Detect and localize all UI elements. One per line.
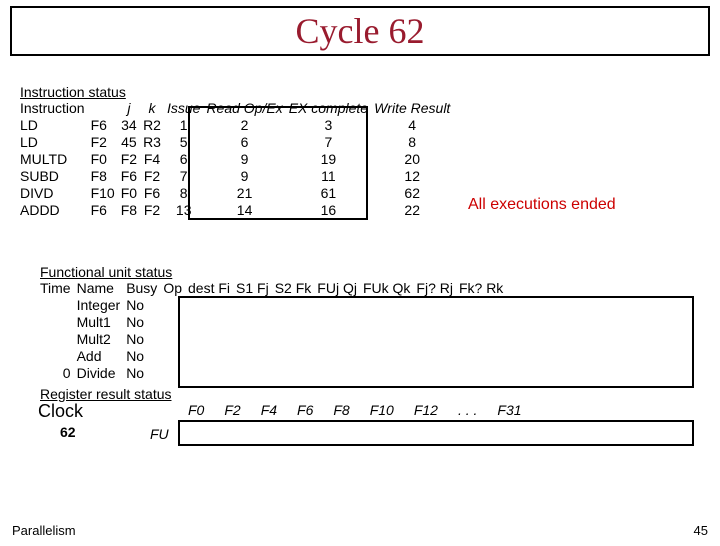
cell [40, 331, 77, 348]
cell: F2 [91, 134, 121, 151]
cell: F2 [121, 151, 143, 168]
fu-status-box [178, 296, 694, 388]
cell: F0 [121, 185, 143, 202]
col-instruction: Instruction [20, 100, 91, 117]
title-box: Cycle 62 [10, 6, 710, 56]
cell: 62 [374, 185, 456, 202]
cell: Mult2 [77, 331, 127, 348]
register-box [178, 420, 694, 446]
cell: LD [20, 134, 91, 151]
cell: F10 [91, 185, 121, 202]
cell: ADDD [20, 202, 91, 219]
cell: No [126, 365, 163, 382]
cell: 8 [374, 134, 456, 151]
cell: 12 [374, 168, 456, 185]
col-fuk: FUk Qk [363, 280, 416, 297]
cell: F6 [143, 185, 167, 202]
cell [40, 348, 77, 365]
cell: F0 [91, 151, 121, 168]
reg: F2 [214, 402, 250, 418]
reg: F4 [251, 402, 287, 418]
cell: No [126, 314, 163, 331]
cell: 0 [40, 365, 77, 382]
register-row: F0 F2 F4 F6 F8 F10 F12 . . . F31 [178, 402, 532, 418]
col-write: Write Result [374, 100, 456, 117]
cell: F6 [121, 168, 143, 185]
col-busy: Busy [126, 280, 163, 297]
cell: F8 [91, 168, 121, 185]
cell: F2 [143, 168, 167, 185]
clock-value: 62 [60, 424, 76, 440]
cell: MULTD [20, 151, 91, 168]
annotation-note: All executions ended [468, 196, 616, 214]
clock-label: Clock [38, 401, 83, 422]
cell [40, 314, 77, 331]
cell: F6 [91, 117, 121, 134]
col-s1: S1 Fj [236, 280, 275, 297]
col-j: j [121, 100, 143, 117]
col-fuj: FUj Qj [317, 280, 363, 297]
cell: Integer [77, 297, 127, 314]
col-name: Name [77, 280, 127, 297]
cell: No [126, 331, 163, 348]
cell: 34 [121, 117, 143, 134]
cell: Add [77, 348, 127, 365]
col-op: Op [163, 280, 188, 297]
cell: F8 [121, 202, 143, 219]
reg: F10 [360, 402, 404, 418]
cell [40, 297, 77, 314]
footer-left: Parallelism [12, 523, 76, 538]
register-result-status-heading: Register result status [40, 386, 172, 402]
reg: F12 [404, 402, 448, 418]
cell: LD [20, 117, 91, 134]
cell: Mult1 [77, 314, 127, 331]
cell: F2 [143, 202, 167, 219]
cell: Divide [77, 365, 127, 382]
cell: R2 [143, 117, 167, 134]
cell: F4 [143, 151, 167, 168]
cell: 22 [374, 202, 456, 219]
page-title: Cycle 62 [12, 8, 708, 54]
cell: R3 [143, 134, 167, 151]
cell: No [126, 297, 163, 314]
reg: F8 [323, 402, 359, 418]
col-k: k [143, 100, 167, 117]
reg: F31 [487, 402, 531, 418]
col-dest: dest Fi [188, 280, 236, 297]
reg: . . . [448, 402, 487, 418]
cell: 20 [374, 151, 456, 168]
cell: F6 [91, 202, 121, 219]
cell: No [126, 348, 163, 365]
reg: F0 [178, 402, 214, 418]
cell: DIVD [20, 185, 91, 202]
cell: 45 [121, 134, 143, 151]
fu-row-label: FU [150, 426, 169, 442]
col-time: Time [40, 280, 77, 297]
col-fk: Fk? Rk [459, 280, 509, 297]
fu-status-heading: Functional unit status [40, 264, 509, 280]
cell: SUBD [20, 168, 91, 185]
col-s2: S2 Fk [275, 280, 318, 297]
footer-right: 45 [694, 523, 708, 538]
instruction-status-heading: Instruction status [20, 84, 456, 100]
instruction-result-box [188, 106, 368, 220]
cell: 4 [374, 117, 456, 134]
col-fj: Fj? Rj [416, 280, 459, 297]
reg: F6 [287, 402, 323, 418]
